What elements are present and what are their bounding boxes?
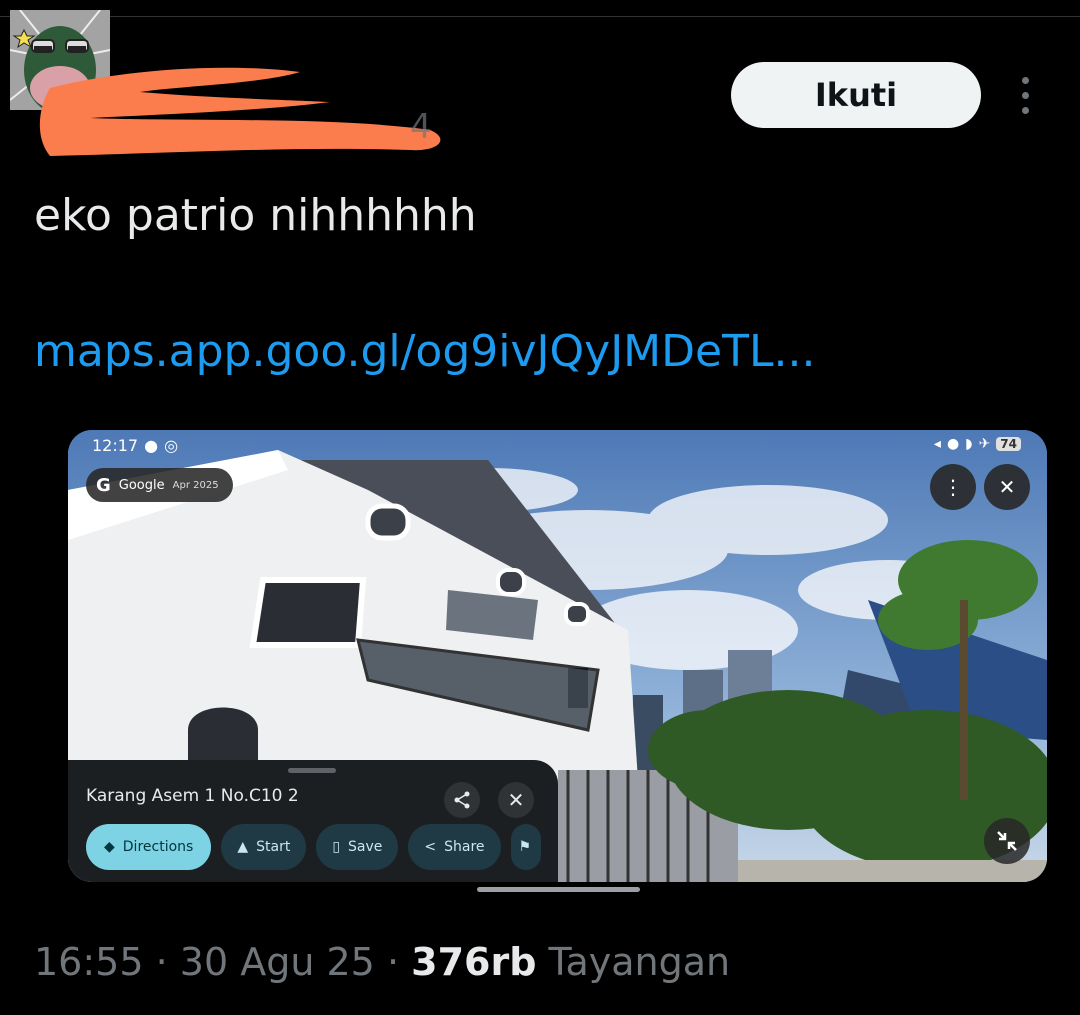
svg-text:4: 4 xyxy=(410,107,432,147)
tweet-meta: 16:55 · 30 Agu 25 · 376rb Tayangan xyxy=(34,940,730,984)
follow-button[interactable]: Ikuti xyxy=(731,62,981,128)
views-count: 376rb xyxy=(411,940,537,984)
sheet-close-icon[interactable]: ✕ xyxy=(498,782,534,818)
share-button[interactable]: < Share xyxy=(408,824,501,870)
flag-icon: ⚑ xyxy=(518,839,532,855)
save-label: Save xyxy=(348,839,383,855)
navigation-arrow-icon: ▲ xyxy=(237,839,249,855)
status-bar-time: 12:17 ● ◎ xyxy=(92,436,178,455)
google-g-icon: G xyxy=(96,474,111,496)
collapse-icon[interactable] xyxy=(984,818,1030,864)
separator: · xyxy=(386,940,400,984)
save-button[interactable]: ▯ Save xyxy=(316,824,399,870)
directions-icon: ◆ xyxy=(104,839,115,855)
mute-icon: ◂ xyxy=(933,436,941,452)
redaction-scribble: 4 xyxy=(39,67,441,156)
views-label[interactable]: Tayangan xyxy=(549,940,731,984)
tweet-detail: 4 Ikuti eko patrio nihhhhhh maps.app.goo… xyxy=(0,0,1080,1015)
place-actions: ◆ Directions ▲ Start ▯ Save < Share ⚑ xyxy=(86,824,541,870)
capture-date: Apr 2025 xyxy=(172,479,219,491)
tweet-time: 16:55 xyxy=(34,940,144,984)
place-title: Karang Asem 1 No.C10 2 xyxy=(86,786,299,806)
tweet-media-image[interactable]: 12:17 ● ◎ ◂ ● ◗ ✈ 74 G Google Apr 2025 ⋮… xyxy=(68,430,1047,882)
flag-button[interactable]: ⚑ xyxy=(510,824,541,870)
airplane-icon: ✈ xyxy=(978,436,991,452)
divider xyxy=(0,16,1080,17)
start-button[interactable]: ▲ Start xyxy=(221,824,307,870)
more-options-icon[interactable]: ⋮ xyxy=(930,464,976,510)
share-icon[interactable] xyxy=(444,782,480,818)
status-bar-icons: ◂ ● ◗ ✈ 74 xyxy=(934,436,1021,452)
chat-icon: ● xyxy=(144,436,159,455)
separator: · xyxy=(155,940,168,984)
place-bottom-sheet: Karang Asem 1 No.C10 2 ✕ ◆ Directions ▲ … xyxy=(68,760,558,882)
close-icon[interactable]: ✕ xyxy=(984,464,1030,510)
bookmark-icon: ▯ xyxy=(332,839,341,855)
share-label: Share xyxy=(444,839,485,855)
directions-label: Directions xyxy=(122,839,194,855)
tweet-text: eko patrio nihhhhhh xyxy=(34,190,477,241)
drag-handle[interactable] xyxy=(288,768,336,773)
location-icon: ● xyxy=(946,436,960,452)
google-brand-text: Google xyxy=(118,477,165,493)
status-time-text: 12:17 xyxy=(92,436,139,455)
whatsapp-icon: ◎ xyxy=(164,436,179,455)
tweet-date: 30 Agu 25 xyxy=(179,940,375,984)
start-label: Start xyxy=(256,839,291,855)
more-vertical-icon[interactable] xyxy=(1005,72,1045,118)
share-small-icon: < xyxy=(424,839,437,855)
maps-link[interactable]: maps.app.goo.gl/og9ivJQyJMDeTL... xyxy=(34,326,815,377)
google-attribution: G Google Apr 2025 xyxy=(86,468,233,502)
directions-button[interactable]: ◆ Directions xyxy=(86,824,212,870)
wifi-icon: ◗ xyxy=(965,436,973,452)
battery-level: 74 xyxy=(996,437,1021,451)
media-scroll-indicator xyxy=(477,887,640,892)
